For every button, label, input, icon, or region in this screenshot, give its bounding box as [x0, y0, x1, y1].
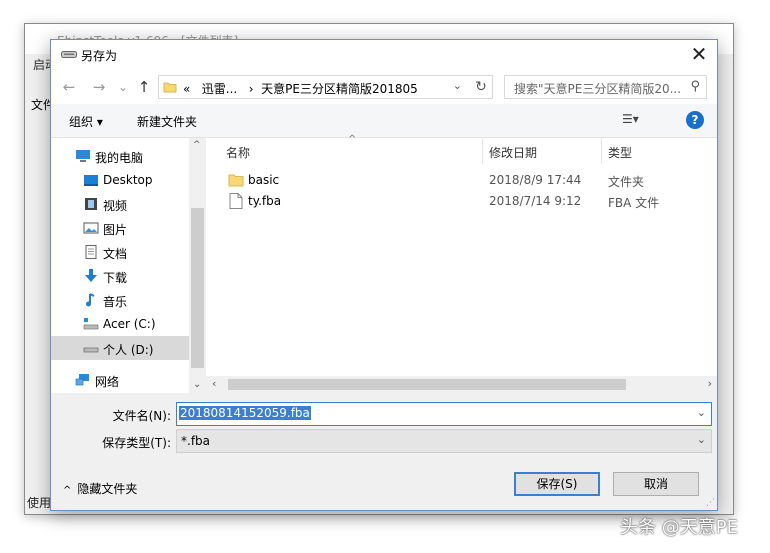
cancel-button[interactable]: 取消	[613, 472, 699, 496]
new-folder-button[interactable]: 新建文件夹	[137, 113, 197, 130]
nav-item-label: 网络	[95, 375, 120, 389]
downloads-icon	[85, 269, 97, 282]
documents-icon	[85, 245, 97, 259]
recent-locations-button[interactable]: ⌄	[113, 77, 133, 97]
column-name-label: 名称	[226, 146, 251, 160]
nav-item-label: 我的电脑	[95, 151, 144, 165]
nav-item-label: 视频	[103, 199, 128, 213]
filetype-value: *.fba	[181, 434, 211, 448]
drive-d-icon	[83, 347, 99, 353]
file-row[interactable]: basic 2018/8/9 17:44 文件夹	[206, 170, 717, 190]
desktop-icon	[84, 175, 98, 186]
folder-icon	[163, 82, 177, 93]
save-button[interactable]: 保存(S)	[514, 472, 600, 496]
nav-item-label: 音乐	[103, 295, 128, 309]
column-header-name[interactable]: 名称 ^	[206, 134, 482, 164]
nav-item-this-pc[interactable]: 我的电脑	[51, 144, 189, 168]
column-header-modified[interactable]: 修改日期	[483, 138, 601, 164]
dialog-title: 另存为	[81, 49, 118, 63]
pictures-icon	[83, 222, 99, 234]
nav-item-music[interactable]: 音乐	[51, 288, 189, 312]
file-name: ty.fba	[248, 194, 282, 208]
watermark: 头条 @天意PE	[620, 517, 738, 538]
network-icon	[75, 374, 89, 386]
sort-ascending-icon: ^	[348, 134, 357, 145]
breadcrumb-overflow[interactable]: «	[183, 82, 190, 96]
nav-scroll-thumb[interactable]	[191, 208, 204, 368]
file-list: 名称 ^ 修改日期 类型 basic 2018/8/9 17:44 文件夹 ty…	[206, 134, 717, 393]
nav-item-desktop[interactable]: Desktop	[51, 168, 189, 192]
file-type: 文件夹	[608, 175, 645, 189]
nav-item-network[interactable]: 网络	[51, 368, 189, 392]
hide-folders-label: 隐藏文件夹	[77, 482, 138, 496]
filename-dropdown-icon[interactable]: ⌄	[697, 406, 706, 419]
file-type: FBA 文件	[608, 196, 660, 210]
view-options-icon[interactable]: ☰▾	[622, 112, 639, 126]
dialog-title-bar: 另存为 ✕	[51, 40, 717, 70]
nav-item-label: 个人 (D:)	[103, 343, 154, 357]
column-header-type[interactable]: 类型	[602, 138, 717, 164]
close-button[interactable]: ✕	[687, 43, 711, 67]
navigation-pane: 我的电脑 Desktop 视频 图片 文档 下载 音乐 Acer (C:) 个人…	[51, 138, 206, 393]
chevron-up-icon: ^	[63, 485, 72, 496]
file-modified: 2018/7/14 9:12	[489, 194, 582, 208]
nav-item-drive-d[interactable]: 个人 (D:)	[51, 336, 189, 360]
file-modified: 2018/8/9 17:44	[489, 173, 582, 187]
video-icon	[85, 198, 97, 210]
help-icon[interactable]: ?	[686, 111, 704, 129]
back-button[interactable]: ←	[59, 77, 79, 97]
drive-c-icon	[83, 318, 99, 330]
resize-grip-icon[interactable]: ⋰	[706, 498, 715, 508]
nav-item-label: 下载	[103, 271, 128, 285]
breadcrumb-current-folder[interactable]: 天意PE三分区精简版201805	[261, 82, 418, 96]
hide-folders-toggle[interactable]: ^ 隐藏文件夹	[63, 480, 137, 497]
nav-item-drive-c[interactable]: Acer (C:)	[51, 312, 189, 336]
up-button[interactable]: ↑	[134, 77, 154, 97]
file-row[interactable]: ty.fba 2018/7/14 9:12 FBA 文件	[206, 191, 717, 211]
navigation-bar: ← → ⌄ ↑ « 迅雷... › 天意PE三分区精简版201805 ⌄ ↻ 搜…	[51, 70, 717, 104]
search-placeholder: 搜索"天意PE三分区精简版20...	[514, 82, 682, 96]
column-modified-label: 修改日期	[489, 146, 538, 160]
breadcrumb-separator: ›	[248, 82, 254, 96]
scroll-up-icon[interactable]: ^	[193, 140, 201, 150]
column-type-label: 类型	[608, 146, 633, 160]
organize-menu[interactable]: 组织 ▾	[69, 113, 103, 130]
music-icon	[86, 293, 95, 307]
nav-item-videos[interactable]: 视频	[51, 192, 189, 216]
nav-item-label: Desktop	[103, 173, 153, 187]
filename-value: 20180814152059.fba	[179, 406, 311, 420]
file-icon	[229, 193, 243, 209]
scroll-right-icon[interactable]: ›	[708, 377, 712, 390]
address-path: « 迅雷... › 天意PE三分区精简版201805	[183, 80, 418, 97]
nav-item-downloads[interactable]: 下载	[51, 264, 189, 288]
horizontal-scrollbar[interactable]: ‹ ›	[206, 376, 717, 393]
file-name: basic	[248, 173, 280, 187]
filename-label: 文件名(N):	[112, 409, 171, 423]
search-icon: ⚲	[690, 79, 700, 94]
drive-icon	[61, 51, 77, 58]
horizontal-scroll-thumb[interactable]	[228, 379, 626, 390]
filetype-dropdown-icon[interactable]: ⌄	[697, 433, 706, 446]
command-toolbar: 组织 ▾ 新建文件夹 ☰▾ ?	[51, 104, 717, 138]
refresh-button[interactable]: ↻	[471, 77, 491, 97]
nav-item-label: Acer (C:)	[103, 317, 156, 331]
breadcrumb-xunlei[interactable]: 迅雷...	[202, 82, 237, 96]
filetype-label: 保存类型(T):	[102, 436, 171, 450]
save-as-dialog: 另存为 ✕ ← → ⌄ ↑ « 迅雷... › 天意PE三分区精简版201805…	[50, 39, 718, 511]
forward-button[interactable]: →	[89, 77, 109, 97]
nav-item-pictures[interactable]: 图片	[51, 216, 189, 240]
scroll-down-icon[interactable]: ⌄	[193, 379, 201, 390]
filename-field[interactable]: 20180814152059.fba ⌄	[176, 402, 712, 426]
nav-pane-scrollbar[interactable]: ^ ⌄	[189, 138, 206, 393]
nav-item-documents[interactable]: 文档	[51, 240, 189, 264]
nav-item-label: 图片	[103, 223, 128, 237]
filetype-select[interactable]: *.fba ⌄	[176, 429, 712, 453]
search-input[interactable]: 搜索"天意PE三分区精简版20... ⚲	[504, 75, 707, 99]
nav-item-label: 文档	[103, 247, 128, 261]
address-bar[interactable]: « 迅雷... › 天意PE三分区精简版201805 ⌄	[158, 75, 493, 99]
address-dropdown-icon[interactable]: ⌄	[453, 79, 462, 92]
computer-icon	[76, 150, 90, 162]
scroll-left-icon[interactable]: ‹	[212, 377, 216, 390]
folder-icon	[228, 174, 244, 187]
